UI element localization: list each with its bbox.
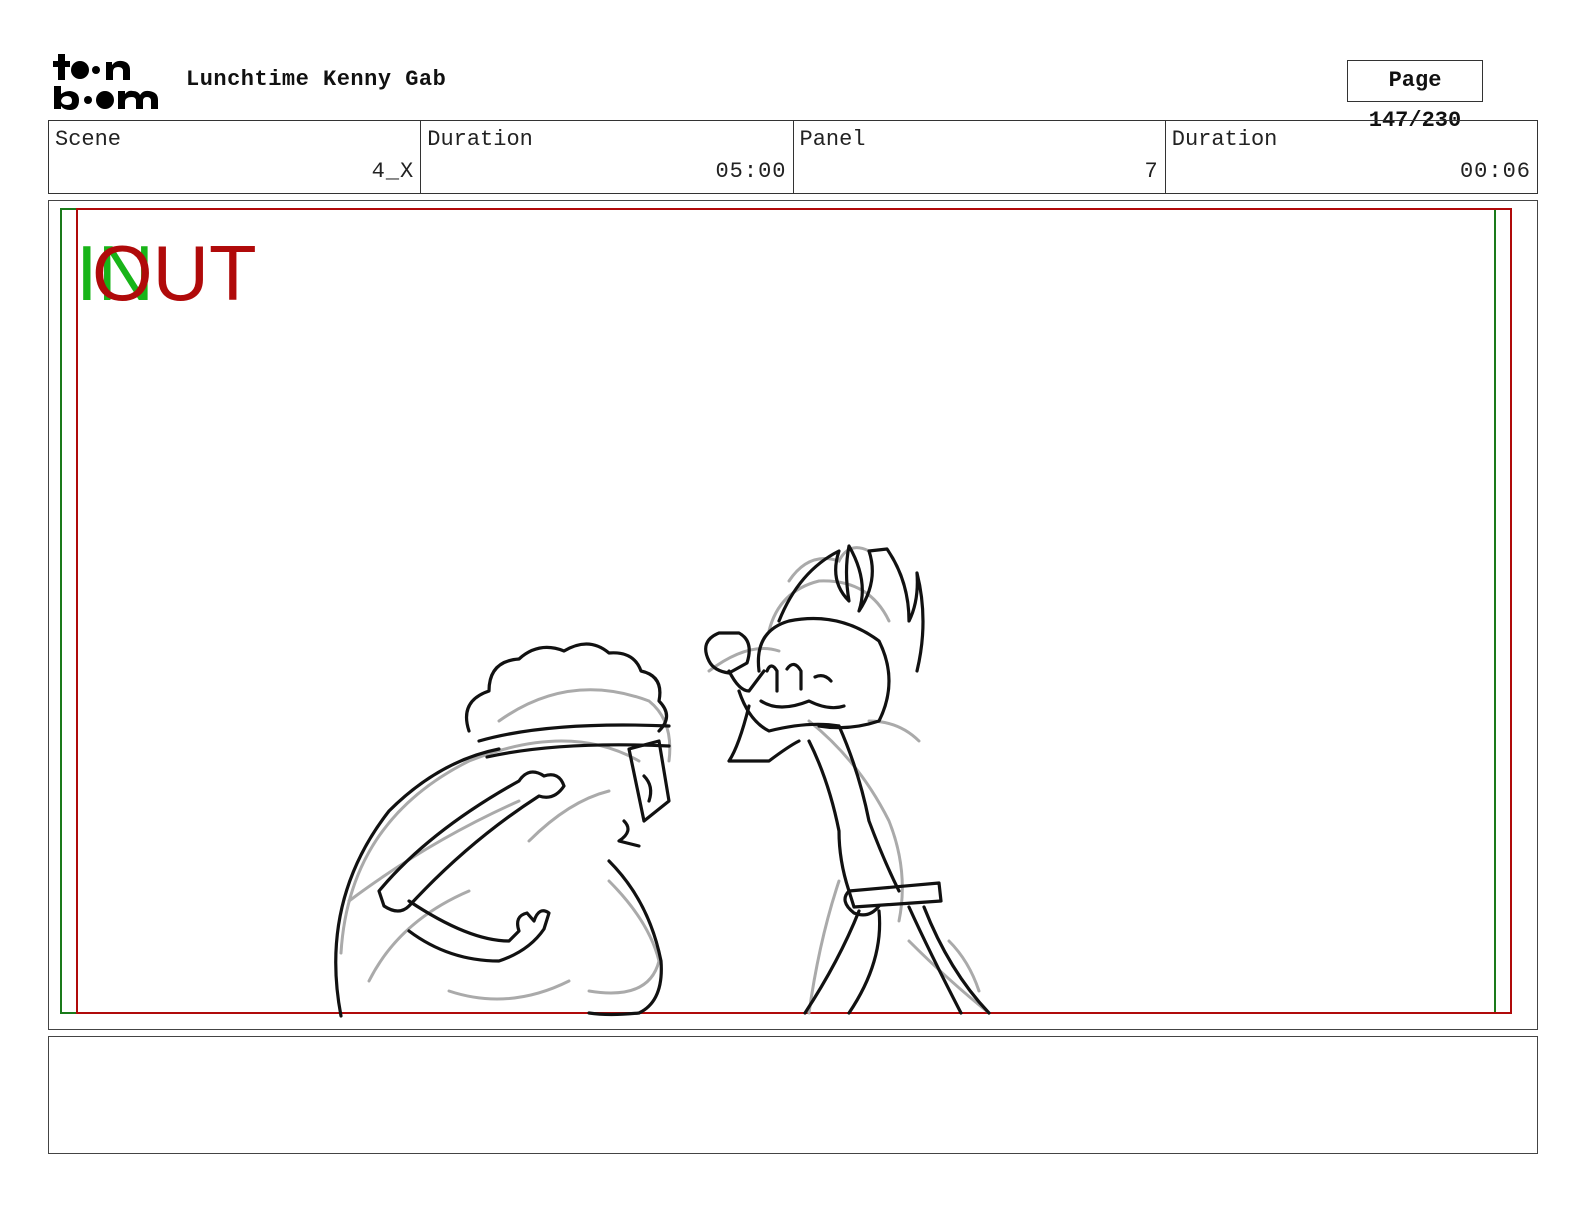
out-marker: OUT bbox=[92, 229, 257, 317]
storyboard-panel bbox=[48, 200, 1538, 1030]
storyboard-sketch bbox=[60, 208, 1512, 1018]
scene-info-table: Scene 4_X Duration 05:00 Panel 7 Duratio… bbox=[48, 120, 1538, 194]
toon-boom-logo bbox=[52, 50, 164, 112]
panel-notes bbox=[48, 1036, 1538, 1154]
panel-label: Panel bbox=[799, 127, 866, 152]
scene-label: Scene bbox=[55, 127, 122, 152]
document-title: Lunchtime Kenny Gab bbox=[186, 67, 447, 92]
scene-duration-label: Duration bbox=[427, 127, 533, 152]
scene-value: 4_X bbox=[371, 159, 415, 184]
page-number: Page 147/230 bbox=[1347, 60, 1483, 133]
panel-duration-value: 00:06 bbox=[1459, 159, 1531, 184]
scene-cell: Scene 4_X bbox=[49, 121, 422, 193]
panel-duration-label: Duration bbox=[1171, 127, 1278, 152]
scene-duration-cell: Duration 05:00 bbox=[421, 121, 794, 193]
scene-duration-value: 05:00 bbox=[715, 159, 787, 184]
panel-value: 7 bbox=[1144, 159, 1159, 184]
panel-cell: Panel 7 bbox=[794, 121, 1166, 193]
panel-duration-cell: Duration 00:06 bbox=[1166, 121, 1537, 193]
